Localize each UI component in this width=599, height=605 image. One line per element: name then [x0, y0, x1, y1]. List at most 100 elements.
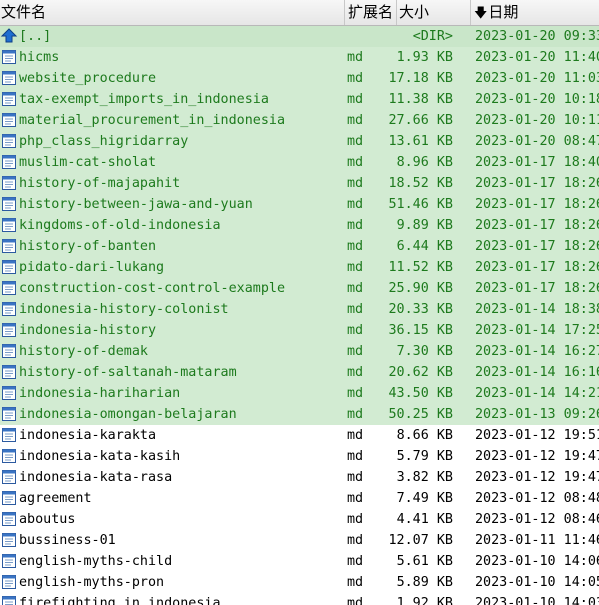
file-ext: md — [347, 92, 364, 107]
file-date: 2023-01-17 18:26 — [475, 197, 599, 212]
file-name: indonesia-karakta — [19, 428, 157, 443]
file-date: 2023-01-17 18:40 — [475, 155, 599, 170]
file-date: 2023-01-20 08:47 — [475, 134, 599, 149]
file-ext: md — [347, 407, 364, 422]
file-name: history-of-majapahit — [19, 176, 181, 191]
file-ext: md — [347, 386, 364, 401]
document-icon — [2, 92, 16, 106]
file-row[interactable]: website_procedure md 17.18 KB 2023-01-20 11… — [0, 68, 599, 89]
file-row[interactable]: material_procurement_in_indonesia md 27.66… — [0, 110, 599, 131]
column-header-ext-label: 扩展名 — [348, 3, 394, 21]
file-name: history-of-saltanah-mataram — [19, 365, 237, 380]
file-row[interactable]: indonesia-omongan-belajaran md 50.25 KB 202… — [0, 404, 599, 425]
file-date: 2023-01-17 18:26 — [475, 218, 599, 233]
file-name: website_procedure — [19, 71, 157, 86]
file-row[interactable]: indonesia-kata-kasih md 5.79 KB 2023-01-12 … — [0, 446, 599, 467]
column-header-size[interactable]: 大小 — [397, 0, 471, 25]
file-date: 2023-01-10 14:06 — [475, 554, 599, 569]
file-size: 13.61 KB — [388, 134, 454, 149]
file-date: 2023-01-12 19:47 — [475, 449, 599, 464]
file-ext: md — [347, 239, 364, 254]
file-ext: md — [347, 323, 364, 338]
file-name: agreement — [19, 491, 92, 506]
file-ext: md — [347, 554, 364, 569]
file-row[interactable]: english-myths-child md 5.61 KB 2023-01-10 1… — [0, 551, 599, 572]
file-ext: md — [347, 260, 364, 275]
file-row[interactable]: construction-cost-control-example md 25.90… — [0, 278, 599, 299]
file-row[interactable]: bussiness-01 md 12.07 KB 2023-01-11 11:46 — [0, 530, 599, 551]
file-ext: md — [347, 134, 364, 149]
file-row[interactable]: tax-exempt_imports_in_indonesia md 11.38 K… — [0, 89, 599, 110]
file-name: tax-exempt_imports_in_indonesia — [19, 92, 269, 107]
file-ext: md — [347, 281, 364, 296]
file-ext: md — [347, 512, 364, 527]
file-date: 2023-01-10 14:03 — [475, 596, 599, 605]
file-name: indonesia-kata-rasa — [19, 470, 173, 485]
document-icon — [2, 281, 16, 295]
file-ext: md — [347, 50, 364, 65]
column-header-size-label: 大小 — [399, 3, 430, 21]
file-name: bussiness-01 — [19, 533, 116, 548]
file-ext: md — [347, 344, 364, 359]
file-row[interactable]: history-of-demak md 7.30 KB 2023-01-14 16:2… — [0, 341, 599, 362]
file-ext: md — [347, 113, 364, 128]
file-size: 27.66 KB — [388, 113, 454, 128]
file-size: 12.07 KB — [388, 533, 454, 548]
column-header-name-label: 文件名 — [1, 3, 47, 21]
file-row[interactable]: indonesia-history md 36.15 KB 2023-01-14 17… — [0, 320, 599, 341]
column-header-ext[interactable]: 扩展名 — [345, 0, 397, 25]
file-row[interactable]: indonesia-kata-rasa md 3.82 KB 2023-01-12 1… — [0, 467, 599, 488]
file-size: 7.49 KB — [396, 491, 453, 506]
column-header-bar: 文件名 扩展名 大小 🡇日期 — [0, 0, 599, 26]
up-arrow-icon — [0, 28, 18, 43]
file-row[interactable]: history-of-majapahit md 18.52 KB 2023-01-17… — [0, 173, 599, 194]
file-row[interactable]: firefighting_in_indonesia md 1.92 KB 2023-0… — [0, 593, 599, 605]
parent-dir-row[interactable]: [..] <DIR> 2023-01-20 09:33 — [0, 26, 599, 47]
file-size: 1.93 KB — [396, 50, 453, 65]
file-size: 51.46 KB — [388, 197, 454, 212]
file-ext: md — [347, 533, 364, 548]
file-row[interactable]: hicms md 1.93 KB 2023-01-20 11:40 — [0, 47, 599, 68]
document-icon — [2, 197, 16, 211]
document-icon — [2, 302, 16, 316]
file-date: 2023-01-14 17:25 — [475, 323, 599, 338]
file-row[interactable]: indonesia-karakta md 8.66 KB 2023-01-12 19:… — [0, 425, 599, 446]
file-date: 2023-01-20 11:03 — [475, 71, 599, 86]
document-icon — [2, 113, 16, 127]
file-row[interactable]: indonesia-hariharian md 43.50 KB 2023-01-14… — [0, 383, 599, 404]
file-name: history-of-demak — [19, 344, 148, 359]
file-row[interactable]: muslim-cat-sholat md 8.96 KB 2023-01-17 18:… — [0, 152, 599, 173]
file-row[interactable]: indonesia-history-colonist md 20.33 KB 2023… — [0, 299, 599, 320]
file-name: hicms — [19, 50, 60, 65]
file-row[interactable]: history-of-banten md 6.44 KB 2023-01-17 18:… — [0, 236, 599, 257]
column-header-name[interactable]: 文件名 — [0, 0, 345, 25]
file-name: construction-cost-control-example — [19, 281, 286, 296]
file-size: 8.66 KB — [396, 428, 453, 443]
file-size: 7.30 KB — [396, 344, 453, 359]
file-date: 2023-01-14 18:38 — [475, 302, 599, 317]
document-icon — [2, 491, 16, 505]
file-row[interactable]: history-between-jawa-and-yuan md 51.46 KB 2… — [0, 194, 599, 215]
file-name: pidato-dari-lukang — [19, 260, 165, 275]
file-row[interactable]: english-myths-pron md 5.89 KB 2023-01-10 14… — [0, 572, 599, 593]
file-ext: md — [347, 365, 364, 380]
document-icon — [2, 533, 16, 547]
column-header-date[interactable]: 🡇日期 — [471, 0, 599, 25]
file-row[interactable]: pidato-dari-lukang md 11.52 KB 2023-01-17 1… — [0, 257, 599, 278]
file-date: 2023-01-20 10:11 — [475, 113, 599, 128]
file-row[interactable]: php_class_higridarray md 13.61 KB 2023-01-2… — [0, 131, 599, 152]
file-row[interactable]: kingdoms-of-old-indonesia md 9.89 KB 2023-0… — [0, 215, 599, 236]
file-size: 43.50 KB — [388, 386, 454, 401]
file-ext: md — [347, 449, 364, 464]
file-row[interactable]: agreement md 7.49 KB 2023-01-12 08:48 — [0, 488, 599, 509]
file-row[interactable]: history-of-saltanah-mataram md 20.62 KB 202… — [0, 362, 599, 383]
file-date: 2023-01-14 16:27 — [475, 344, 599, 359]
parent-dir-label: [..] — [19, 29, 52, 44]
file-size: 5.79 KB — [396, 449, 453, 464]
file-size: 11.38 KB — [388, 92, 454, 107]
file-name: history-of-banten — [19, 239, 157, 254]
file-ext: md — [347, 470, 364, 485]
file-date: 2023-01-20 11:40 — [475, 50, 599, 65]
document-icon — [2, 323, 16, 337]
file-row[interactable]: aboutus md 4.41 KB 2023-01-12 08:46 — [0, 509, 599, 530]
